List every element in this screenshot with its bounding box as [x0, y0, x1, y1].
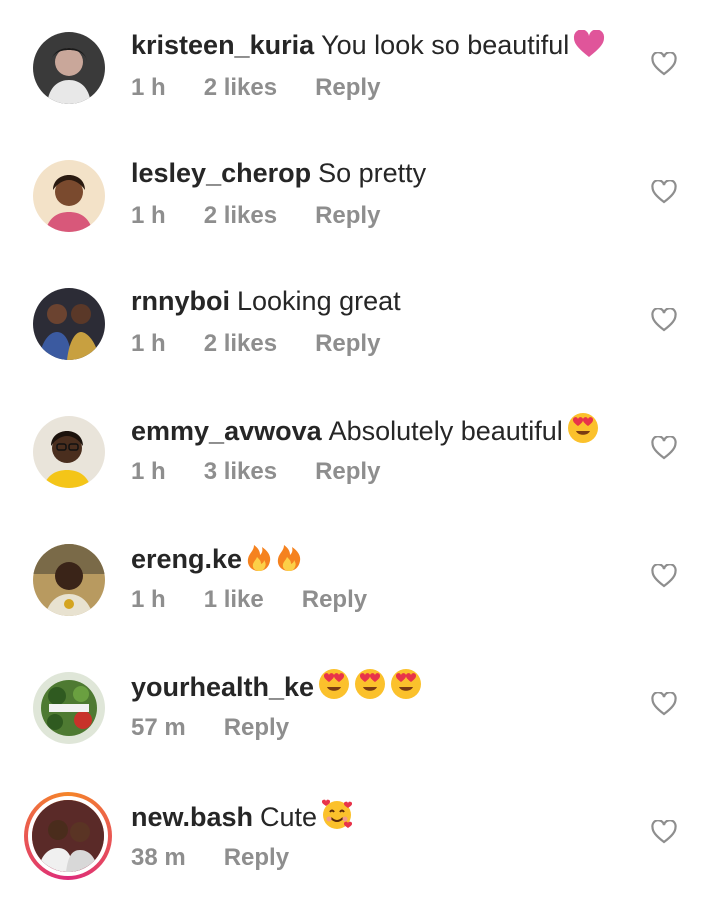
- heart-outline-icon[interactable]: [651, 180, 677, 204]
- comment-username[interactable]: ereng.ke: [131, 544, 242, 574]
- comment-text: So pretty: [318, 158, 427, 188]
- comment-text: Looking great: [237, 286, 401, 316]
- comment-username[interactable]: new.bash: [131, 802, 253, 832]
- comment-item: yourhealth_ke 57 m Reply: [0, 640, 720, 768]
- comment-text: Absolutely beautiful: [328, 416, 563, 446]
- avatar[interactable]: [33, 672, 105, 744]
- reply-button[interactable]: Reply: [315, 74, 380, 101]
- comment-likes[interactable]: 3 likes: [204, 458, 277, 485]
- comment-time: 1 h: [131, 330, 166, 357]
- heart-outline-icon[interactable]: [651, 564, 677, 588]
- comment-likes[interactable]: 2 likes: [204, 74, 277, 101]
- comment-item: rnnyboi Looking great 1 h 2 likes Reply: [0, 256, 720, 384]
- reply-button[interactable]: Reply: [224, 844, 289, 871]
- avatar[interactable]: [33, 32, 105, 104]
- fire-emoji-icon: [246, 540, 272, 572]
- pink-heart-icon: [573, 30, 605, 58]
- fire-emoji-icon: [276, 540, 302, 572]
- avatar[interactable]: [33, 416, 105, 488]
- heart-outline-icon[interactable]: [651, 436, 677, 460]
- reply-button[interactable]: Reply: [315, 202, 380, 229]
- heart-eyes-emoji-icon: [567, 412, 599, 444]
- heart-outline-icon[interactable]: [651, 308, 677, 332]
- avatar[interactable]: [33, 160, 105, 232]
- comment-list: kristeen_kuria You look so beautiful 1 h 2…: [0, 0, 720, 880]
- comment-username[interactable]: emmy_avwova: [131, 416, 322, 446]
- comment-likes[interactable]: 1 like: [204, 586, 264, 613]
- reply-button[interactable]: Reply: [315, 458, 380, 485]
- avatar[interactable]: [33, 544, 105, 616]
- comment-time: 57 m: [131, 714, 186, 741]
- heart-eyes-emoji-icon: [390, 668, 422, 700]
- comment-text: You look so beautiful: [321, 30, 570, 60]
- comment-item: kristeen_kuria You look so beautiful 1 h 2…: [0, 0, 720, 128]
- comment-time: 1 h: [131, 202, 166, 229]
- comment-username[interactable]: rnnyboi: [131, 286, 230, 316]
- comment-time: 1 h: [131, 74, 166, 101]
- comment-likes[interactable]: 2 likes: [204, 330, 277, 357]
- heart-eyes-emoji-icon: [318, 668, 350, 700]
- reply-button[interactable]: Reply: [315, 330, 380, 357]
- heart-outline-icon[interactable]: [651, 820, 677, 844]
- reply-button[interactable]: Reply: [302, 586, 367, 613]
- comment-username[interactable]: lesley_cherop: [131, 158, 311, 188]
- comment-username[interactable]: yourhealth_ke: [131, 672, 314, 702]
- comment-time: 38 m: [131, 844, 186, 871]
- comment-username[interactable]: kristeen_kuria: [131, 30, 314, 60]
- comment-text: Cute: [260, 802, 318, 832]
- avatar[interactable]: [33, 288, 105, 360]
- comment-item: new.bash Cute 38 m Reply: [0, 770, 720, 898]
- heart-outline-icon[interactable]: [651, 692, 677, 716]
- avatar: [28, 796, 108, 876]
- comment-time: 1 h: [131, 586, 166, 613]
- comment-item: ereng.ke 1 h 1 like Reply: [0, 512, 720, 640]
- comment-time: 1 h: [131, 458, 166, 485]
- comment-likes[interactable]: 2 likes: [204, 202, 277, 229]
- heart-eyes-emoji-icon: [354, 668, 386, 700]
- heart-outline-icon[interactable]: [651, 52, 677, 76]
- comment-item: emmy_avwova Absolutely beautiful 1 h 3 lik…: [0, 384, 720, 512]
- reply-button[interactable]: Reply: [224, 714, 289, 741]
- smiling-face-with-hearts-icon: [321, 798, 353, 830]
- comment-item: lesley_cherop So pretty 1 h 2 likes Reply: [0, 128, 720, 256]
- avatar-story-ring[interactable]: [24, 792, 112, 880]
